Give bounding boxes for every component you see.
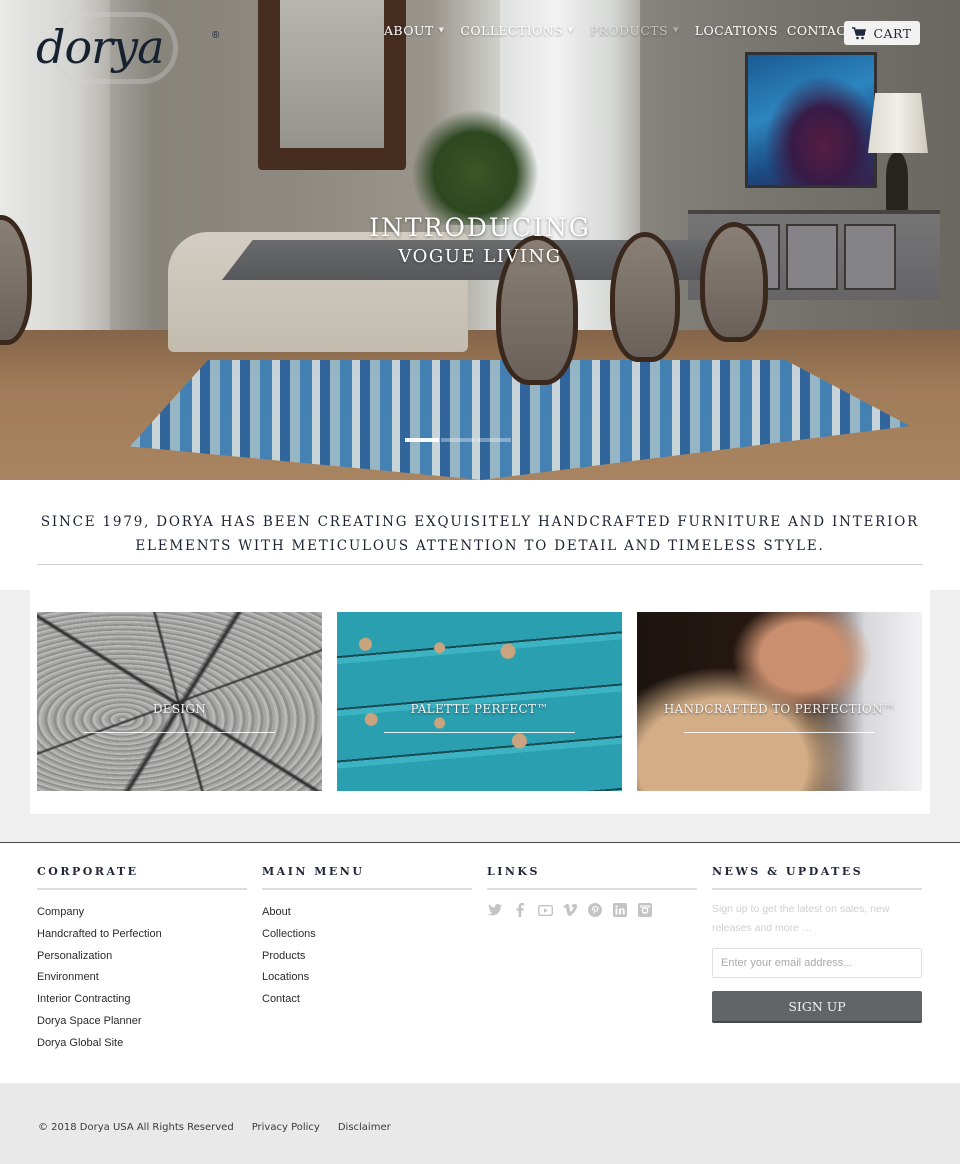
footer-link[interactable]: Personalization [37, 946, 247, 968]
nav-item-label: COLLECTIONS [460, 22, 563, 38]
footer-link[interactable]: Interior Contracting [37, 989, 247, 1011]
hero-subtitle: VOGUE LIVING [398, 246, 562, 267]
caret-down-icon: ▼ [567, 26, 574, 34]
caret-down-icon: ▼ [673, 26, 679, 34]
nav-item-collections[interactable]: COLLECTIONS ▼ [460, 23, 573, 38]
feature-card-palette-perfect[interactable]: PALETTE PERFECT™ [337, 612, 622, 791]
logo[interactable]: dorya ® [36, 12, 226, 84]
footer-link[interactable]: Contact [262, 989, 472, 1011]
copyright-bar: © 2018 Dorya USA All Rights Reserved Pri… [0, 1083, 960, 1164]
feature-label: PALETTE PERFECT™ [410, 702, 549, 716]
footer-link[interactable]: Locations [262, 967, 472, 989]
footer-column-main-menu: MAIN MENU About Collections Products Loc… [262, 865, 472, 1083]
features-grid: DESIGN PALETTE PERFECT™ HANDCRAFTED TO P… [30, 590, 930, 814]
footer-link[interactable]: Environment [37, 967, 247, 989]
footer-heading: CORPORATE [37, 865, 247, 890]
newsletter-description: Sign up to get the latest on sales, new … [712, 903, 890, 934]
intro-text: SINCE 1979, DORYA HAS BEEN CREATING EXQU… [40, 514, 920, 554]
cart-icon [852, 26, 867, 39]
nav-item-locations[interactable]: LOCATIONS [695, 23, 778, 38]
feature-card-handcrafted[interactable]: HANDCRAFTED TO PERFECTION™ [637, 612, 922, 791]
youtube-icon[interactable] [537, 902, 553, 918]
feature-label: DESIGN [152, 702, 207, 716]
hero-slider[interactable]: INTRODUCING VOGUE LIVING dorya ® ABOUT ▼… [0, 0, 960, 480]
hero-caption[interactable]: INTRODUCING VOGUE LIVING [0, 212, 960, 270]
registered-mark: ® [212, 30, 220, 41]
logo-wordmark: dorya [36, 20, 165, 74]
footer-link[interactable]: About [262, 902, 472, 924]
linkedin-icon[interactable] [612, 902, 628, 918]
feature-underline [84, 732, 275, 733]
slider-dot[interactable] [441, 438, 475, 442]
footer: CORPORATE Company Handcrafted to Perfect… [0, 843, 960, 1083]
hero-title: INTRODUCING [369, 213, 591, 242]
feature-label: HANDCRAFTED TO PERFECTION™ [663, 702, 896, 716]
main-nav: ABOUT ▼ COLLECTIONS ▼ PRODUCTS ▼ LOCATIO… [384, 22, 913, 38]
vimeo-icon[interactable] [562, 902, 578, 918]
footer-link[interactable]: Collections [262, 924, 472, 946]
footer-heading: NEWS & UPDATES [712, 865, 922, 890]
feature-underline [684, 732, 875, 733]
divider [37, 564, 923, 565]
footer-column-links: LINKS [487, 865, 697, 1083]
footer-column-news: NEWS & UPDATES Sign up to get the latest… [712, 865, 922, 1083]
facebook-icon[interactable] [512, 902, 528, 918]
slider-pagination [405, 438, 511, 442]
social-links [487, 902, 697, 918]
footer-heading: MAIN MENU [262, 865, 472, 890]
intro-section: SINCE 1979, DORYA HAS BEEN CREATING EXQU… [0, 480, 960, 590]
email-input[interactable] [712, 948, 922, 978]
nav-item-label: PRODUCTS [589, 22, 668, 38]
cart-button[interactable]: CART [844, 21, 920, 45]
caret-down-icon: ▼ [438, 26, 445, 34]
footer-link[interactable]: Handcrafted to Perfection [37, 924, 247, 946]
footer-link[interactable]: Dorya Global Site [37, 1033, 247, 1055]
footer-column-corporate: CORPORATE Company Handcrafted to Perfect… [37, 865, 247, 1083]
privacy-policy-link[interactable]: Privacy Policy [252, 1122, 320, 1133]
feature-card-design[interactable]: DESIGN [37, 612, 322, 791]
twitter-icon[interactable] [487, 902, 503, 918]
slider-dot[interactable] [477, 438, 511, 442]
disclaimer-link[interactable]: Disclaimer [338, 1122, 391, 1133]
footer-link[interactable]: Dorya Space Planner [37, 1011, 247, 1033]
cart-label: CART [873, 25, 912, 41]
sign-up-button[interactable]: SIGN UP [712, 991, 922, 1021]
footer-heading: LINKS [487, 865, 697, 890]
feature-underline [384, 732, 575, 733]
slider-dot[interactable] [405, 438, 439, 442]
nav-item-label: ABOUT [384, 22, 434, 38]
nav-item-about[interactable]: ABOUT ▼ [384, 23, 444, 38]
nav-item-label: LOCATIONS [694, 22, 778, 38]
footer-link[interactable]: Products [262, 946, 472, 968]
copyright-text: © 2018 Dorya USA All Rights Reserved [38, 1122, 234, 1133]
features-section: DESIGN PALETTE PERFECT™ HANDCRAFTED TO P… [0, 590, 960, 842]
nav-item-products[interactable]: PRODUCTS ▼ [590, 23, 679, 38]
footer-link[interactable]: Company [37, 902, 247, 924]
pinterest-icon[interactable] [587, 902, 603, 918]
instagram-icon[interactable] [637, 902, 653, 918]
